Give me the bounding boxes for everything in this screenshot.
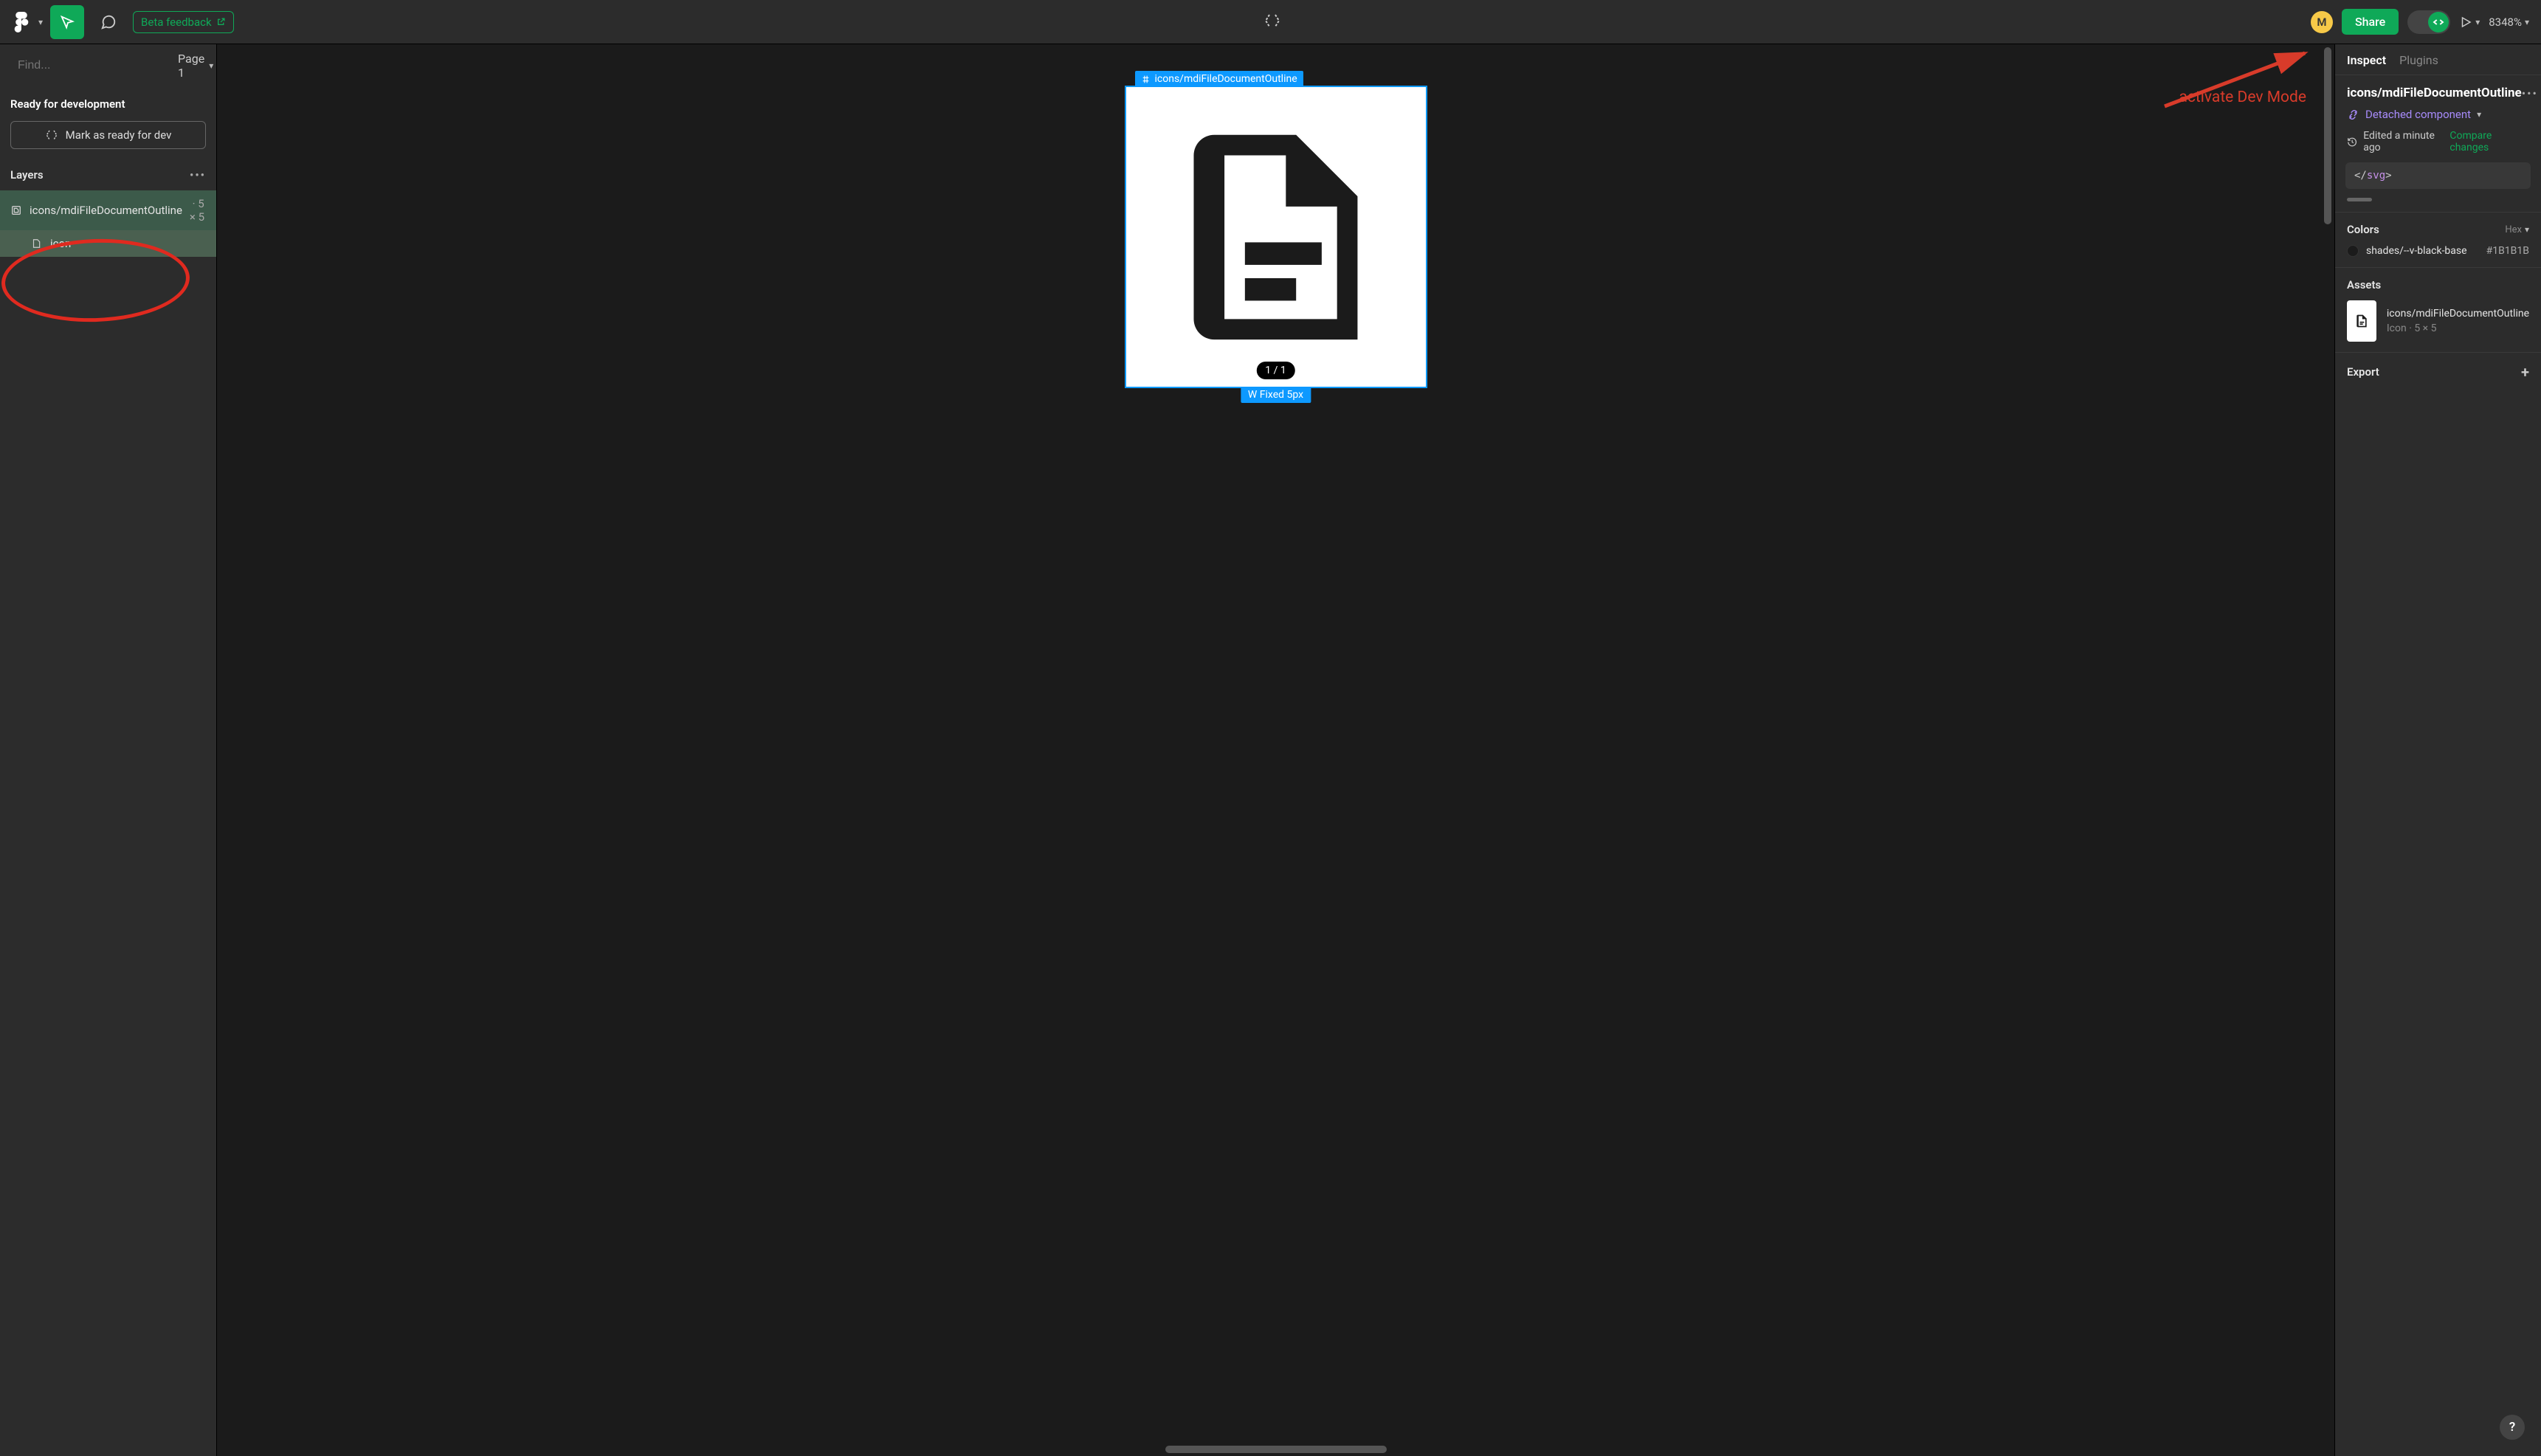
user-avatar[interactable]: M [2311, 11, 2333, 33]
layer-dims: · 5 × 5 [190, 197, 206, 224]
edited-row: Edited a minute ago Compare changes [2335, 125, 2541, 162]
toolbar-left: ▾ Beta feedback [12, 5, 234, 39]
color-row[interactable]: shades/--v-black-base #1B1B1B [2347, 236, 2529, 257]
detached-component-row[interactable]: Detached component ▾ [2335, 103, 2541, 125]
move-tool-button[interactable] [50, 5, 84, 39]
chevron-down-icon: ▾ [2525, 17, 2529, 27]
search-input[interactable] [18, 59, 170, 72]
asset-name: icons/mdiFileDocumentOutline [2387, 308, 2529, 320]
vector-icon [30, 237, 43, 250]
export-heading: Export [2347, 365, 2379, 379]
search-row: Page 1 ▾ [0, 44, 216, 87]
zoom-control[interactable]: 8348% ▾ [2489, 15, 2529, 29]
file-document-outline-icon [1153, 114, 1399, 360]
frame-tag[interactable]: icons/mdiFileDocumentOutline [1135, 71, 1303, 87]
layers-menu-icon[interactable]: ••• [190, 168, 206, 182]
history-icon [2347, 137, 2357, 148]
color-name: shades/--v-black-base [2366, 245, 2467, 257]
layer-label: icons/mdiFileDocumentOutline [30, 204, 182, 217]
zoom-value: 8348% [2489, 15, 2522, 29]
colors-heading: Colors [2347, 223, 2379, 236]
frame-icon [10, 204, 22, 217]
ready-heading: Ready for development [0, 87, 216, 117]
chevron-down-icon: ▾ [2475, 17, 2480, 27]
canvas-scrollbar-horizontal[interactable] [1165, 1446, 1387, 1453]
asset-thumbnail [2347, 300, 2376, 342]
layer-info-header: icons/mdiFileDocumentOutline ••• [2335, 75, 2541, 103]
layer-label: icon [50, 237, 71, 250]
asset-sub: Icon · 5 × 5 [2387, 322, 2529, 334]
beta-feedback-button[interactable]: Beta feedback [133, 11, 234, 33]
toolbar-center [243, 12, 2302, 32]
detached-component-icon [2347, 108, 2359, 121]
dev-mode-toggle[interactable] [2407, 10, 2450, 34]
toolbar-right: M Share ▾ 8348% ▾ [2311, 9, 2529, 35]
top-toolbar: ▾ Beta feedback M Share ▾ 8348% [0, 0, 2541, 44]
canvas-stage: icons/mdiFileDocumentOutline 1 / 1 W Fix… [217, 44, 2334, 1456]
asset-row[interactable]: icons/mdiFileDocumentOutline Icon · 5 × … [2347, 291, 2529, 342]
comments-tool-button[interactable] [92, 5, 125, 39]
layer-row-icon[interactable]: icon [0, 230, 216, 257]
edited-info: Edited a minute ago [2347, 130, 2449, 153]
canvas-scrollbar-vertical[interactable] [2324, 47, 2331, 224]
layer-menu-icon[interactable]: ••• [2522, 86, 2538, 100]
left-inner: Ready for development Mark as ready for … [0, 87, 216, 257]
color-value: #1B1B1B [2486, 245, 2529, 257]
chevron-down-icon: ▾ [2477, 109, 2481, 120]
dev-brackets-icon [45, 128, 58, 142]
compare-changes-link[interactable]: Compare changes [2449, 130, 2529, 153]
export-section: Export + [2335, 352, 2541, 391]
frame-label-text: icons/mdiFileDocumentOutline [1155, 73, 1297, 85]
add-export-icon[interactable]: + [2521, 363, 2529, 381]
right-panel: Inspect Plugins icons/mdiFileDocumentOut… [2334, 44, 2541, 1456]
help-button[interactable]: ? [2500, 1415, 2525, 1440]
beta-feedback-label: Beta feedback [141, 15, 212, 29]
detached-label: Detached component [2365, 108, 2471, 121]
page-selector[interactable]: Page 1 ▾ [178, 52, 213, 80]
share-button[interactable]: Share [2342, 9, 2399, 35]
edited-label: Edited a minute ago [2363, 130, 2449, 153]
chevron-down-icon: ▾ [2525, 224, 2529, 235]
assets-heading: Assets [2347, 278, 2381, 291]
file-document-outline-icon [2354, 314, 2369, 328]
code-scrollbar[interactable] [2347, 198, 2372, 201]
dev-mode-center-icon[interactable] [1263, 12, 1281, 32]
page-label: Page 1 [178, 52, 204, 80]
code-icon [2428, 12, 2449, 32]
width-constraint-badge: W Fixed 5px [1241, 387, 1311, 403]
external-link-icon [216, 17, 226, 27]
tab-inspect[interactable]: Inspect [2347, 53, 2386, 67]
chevron-down-icon: ▾ [209, 61, 213, 71]
color-unit-selector[interactable]: Hex ▾ [2505, 224, 2529, 235]
mark-ready-label: Mark as ready for dev [66, 128, 172, 142]
main-row: Page 1 ▾ Ready for development Mark as r… [0, 44, 2541, 1456]
layers-heading-row: Layers ••• [0, 159, 216, 190]
layer-row-frame[interactable]: icons/mdiFileDocumentOutline · 5 × 5 [0, 190, 216, 230]
code-snippet-box[interactable]: </svg> [2345, 162, 2531, 189]
frame-hash-icon [1141, 75, 1151, 84]
mark-ready-button[interactable]: Mark as ready for dev [10, 121, 206, 149]
present-button[interactable]: ▾ [2459, 15, 2480, 29]
assets-section: Assets icons/mdiFileDocumentOutline Icon… [2335, 267, 2541, 352]
layers-heading: Layers [10, 168, 44, 182]
right-tabs: Inspect Plugins [2335, 44, 2541, 75]
canvas[interactable]: activate Dev Mode icons/mdiFileDocumentO… [217, 44, 2334, 1456]
colors-section: Colors Hex ▾ shades/--v-black-base #1B1B… [2335, 212, 2541, 267]
left-panel: Page 1 ▾ Ready for development Mark as r… [0, 44, 217, 1456]
color-swatch [2347, 245, 2359, 257]
pager-badge: 1 / 1 [1256, 362, 1294, 379]
chevron-down-icon[interactable]: ▾ [38, 17, 43, 27]
layer-title: icons/mdiFileDocumentOutline [2347, 86, 2522, 100]
selected-frame[interactable]: 1 / 1 W Fixed 5px [1125, 86, 1427, 388]
tab-plugins[interactable]: Plugins [2399, 53, 2438, 67]
figma-logo-icon[interactable] [12, 13, 31, 32]
